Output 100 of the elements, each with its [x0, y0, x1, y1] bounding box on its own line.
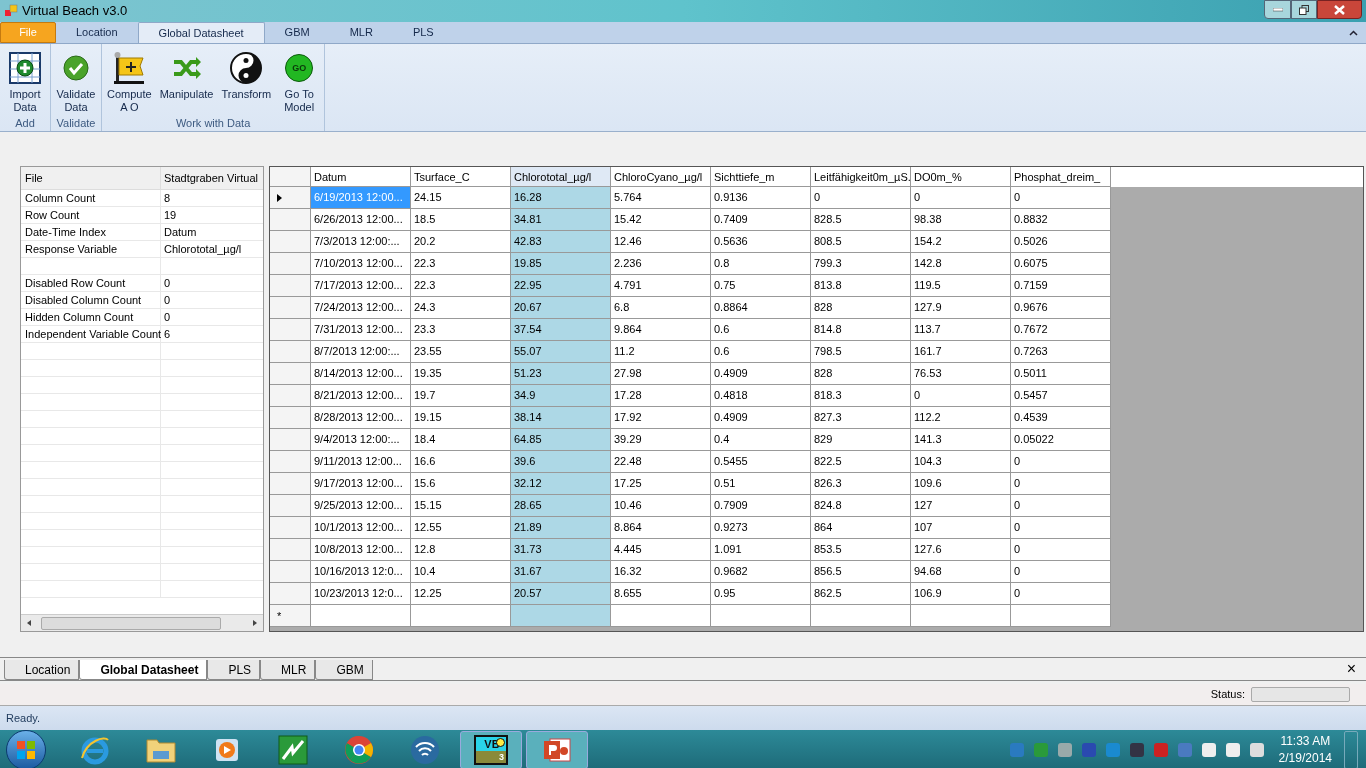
document-tab[interactable]: Global Datasheet [79, 660, 208, 680]
table-cell: 22.3 [411, 253, 511, 275]
collapse-ribbon-icon[interactable] [1349, 30, 1358, 36]
column-header[interactable]: Chlorototal_µg/l [511, 167, 611, 187]
table-cell: 94.68 [911, 561, 1011, 583]
row-header[interactable] [270, 561, 311, 583]
table-cell: 8/14/2013 12:00... [311, 363, 411, 385]
table-cell: 0.4818 [711, 385, 811, 407]
row-header[interactable] [270, 517, 311, 539]
table-cell: 119.5 [911, 275, 1011, 297]
start-button[interactable] [6, 730, 46, 768]
table-cell: 0 [911, 385, 1011, 407]
column-header[interactable]: ChloroCyano_µg/l [611, 167, 711, 187]
ribbon-button[interactable]: Compute A O [104, 50, 155, 114]
restore-icon [1299, 4, 1309, 15]
row-header[interactable] [270, 231, 311, 253]
show-desktop-button[interactable] [1344, 731, 1358, 768]
tray-icon[interactable] [1248, 742, 1265, 758]
ribbon-tab[interactable]: GBM [264, 22, 330, 43]
row-header[interactable] [270, 385, 311, 407]
table-cell: 42.83 [511, 231, 611, 253]
tray-icon[interactable] [1224, 742, 1241, 758]
table-cell: 822.5 [811, 451, 911, 473]
column-header[interactable]: Leitfähigkeit0m_µS. [811, 167, 911, 187]
property-name: Date-Time Index [21, 224, 161, 240]
table-cell: 6/19/2013 12:00... [311, 187, 411, 209]
table-cell: 0.6 [711, 319, 811, 341]
tray-icon[interactable] [1200, 742, 1217, 758]
table-cell: 20.57 [511, 583, 611, 605]
row-header[interactable] [270, 473, 311, 495]
table-cell: 828 [811, 363, 911, 385]
table-cell: 27.98 [611, 363, 711, 385]
ribbon-tab[interactable]: Location [56, 22, 138, 43]
column-header[interactable]: Sichttiefe_m [711, 167, 811, 187]
row-header[interactable] [270, 209, 311, 231]
table-cell: 853.5 [811, 539, 911, 561]
ribbon-button[interactable]: GO Go To Model [276, 50, 323, 114]
table-cell: 0 [1011, 451, 1111, 473]
row-header[interactable] [270, 539, 311, 561]
table-cell: 808.5 [811, 231, 911, 253]
row-header[interactable] [270, 495, 311, 517]
column-header[interactable]: DO0m_% [911, 167, 1011, 187]
ribbon-button[interactable]: Manipulate [156, 50, 217, 101]
column-header[interactable]: Tsurface_C [411, 167, 511, 187]
table-cell: 10/16/2013 12:0... [311, 561, 411, 583]
scrollbar-thumb[interactable] [41, 616, 221, 630]
horizontal-scrollbar[interactable] [21, 614, 263, 631]
status-text: Ready. [6, 710, 41, 726]
document-tab[interactable]: Location [4, 660, 80, 680]
table-cell: 0 [1011, 187, 1111, 209]
table-cell: 7/24/2013 12:00... [311, 297, 411, 319]
column-header[interactable]: Datum [311, 167, 411, 187]
table-cell: 814.8 [811, 319, 911, 341]
table-cell: 34.9 [511, 385, 611, 407]
tray-icon[interactable] [1128, 742, 1145, 758]
table-cell: 127.6 [911, 539, 1011, 561]
row-header[interactable] [270, 341, 311, 363]
row-header[interactable] [270, 363, 311, 385]
table-cell: 0.4909 [711, 363, 811, 385]
row-header[interactable] [270, 451, 311, 473]
row-header[interactable] [270, 407, 311, 429]
table-cell: 22.48 [611, 451, 711, 473]
table-cell: 16.28 [511, 187, 611, 209]
ribbon-tab[interactable]: PLS [392, 22, 454, 43]
document-tab[interactable]: PLS [207, 660, 261, 680]
table-cell: 0.9676 [1011, 297, 1111, 319]
restore-button[interactable] [1291, 0, 1317, 19]
row-header[interactable] [270, 297, 311, 319]
row-header[interactable] [270, 253, 311, 275]
row-header[interactable] [270, 275, 311, 297]
close-tab-button[interactable]: × [1346, 660, 1356, 678]
document-tab[interactable]: GBM [315, 660, 373, 680]
minimize-button[interactable] [1264, 0, 1291, 19]
table-cell: 127.9 [911, 297, 1011, 319]
ribbon-button[interactable]: Validate Data [53, 50, 99, 114]
table-cell: 9/17/2013 12:00... [311, 473, 411, 495]
table-cell: 864 [811, 517, 911, 539]
table-cell: 31.67 [511, 561, 611, 583]
table-cell: 8/7/2013 12:00:... [311, 341, 411, 363]
tray-icon[interactable] [1056, 742, 1073, 758]
folder-icon [145, 736, 177, 764]
taskbar-button[interactable] [526, 731, 588, 768]
ribbon-tab[interactable]: Global Datasheet [137, 22, 265, 43]
column-header[interactable]: Phosphat_dreim_ [1011, 167, 1111, 187]
wifi-icon [410, 735, 440, 765]
row-header[interactable] [270, 429, 311, 451]
row-header[interactable] [270, 583, 311, 605]
property-value: 0 [163, 276, 172, 291]
document-tab[interactable]: MLR [260, 660, 316, 680]
ribbon-button[interactable]: Import Data [2, 50, 48, 114]
clock-time: 11:33 AM [1280, 733, 1331, 750]
ribbon-button[interactable]: Transform [218, 50, 275, 101]
scroll-right-icon[interactable] [251, 619, 259, 627]
ribbon-tab[interactable]: MLR [329, 22, 393, 43]
table-cell: 12.25 [411, 583, 511, 605]
property-value: 19 [163, 208, 178, 223]
scroll-left-icon[interactable] [25, 619, 33, 627]
row-header[interactable] [270, 187, 311, 209]
row-header[interactable] [270, 319, 311, 341]
close-button[interactable] [1317, 0, 1362, 19]
